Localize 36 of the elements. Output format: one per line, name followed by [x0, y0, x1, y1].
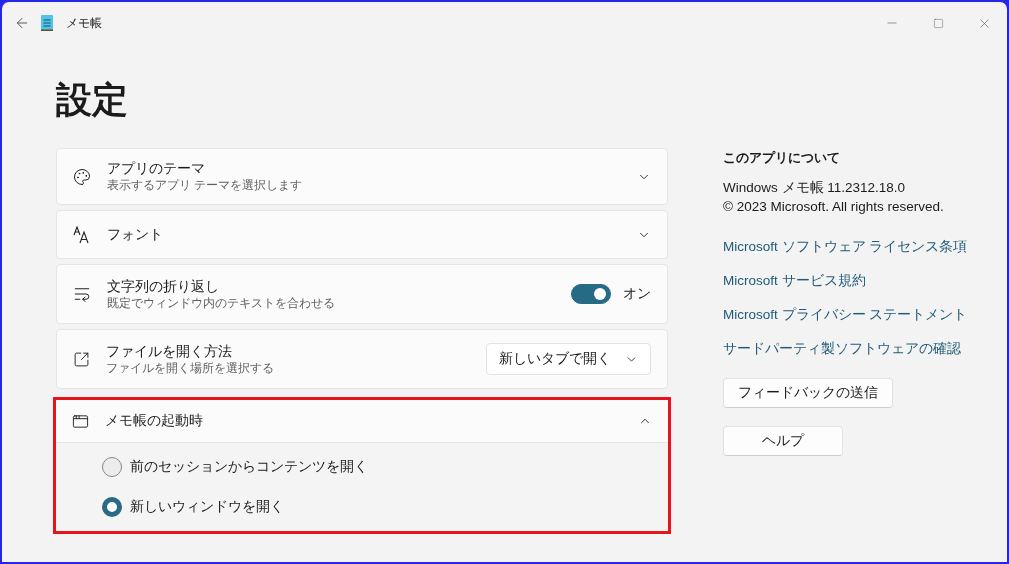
- setting-title: 文字列の折り返し: [107, 277, 219, 296]
- toggle-state: オン: [623, 285, 651, 303]
- notepad-icon: [40, 14, 54, 32]
- page-heading: 設定: [56, 78, 128, 122]
- open-method-dropdown[interactable]: 新しいタブで開く: [486, 343, 651, 375]
- version-text: Windows メモ帳 11.2312.18.0: [723, 179, 906, 197]
- link[interactable]: サードパーティ製ソフトウェアの確認: [723, 339, 961, 358]
- option-label[interactable]: 新しいウィンドウを開く: [130, 498, 284, 516]
- option-label[interactable]: 前のセッションからコンテンツを開く: [130, 458, 368, 476]
- about-heading: このアプリについて: [723, 149, 840, 167]
- settings-card[interactable]: アプリのテーマ 表示するアプリ テーマを選択します: [56, 148, 668, 205]
- help-button[interactable]: ヘルプ: [723, 426, 843, 456]
- back-icon[interactable]: [14, 15, 30, 31]
- link[interactable]: Microsoft サービス規約: [723, 271, 866, 290]
- window-icon: [72, 412, 89, 430]
- copyright-text: © 2023 Microsoft. All rights reserved.: [723, 198, 944, 216]
- palette-icon: [73, 167, 91, 186]
- font-icon: [73, 225, 91, 244]
- setting-title: ファイルを開く方法: [106, 342, 232, 361]
- link[interactable]: Microsoft プライバシー ステートメント: [723, 305, 968, 324]
- setting-title: アプリのテーマ: [107, 160, 205, 178]
- link[interactable]: Microsoft ソフトウェア ライセンス条項: [723, 237, 968, 256]
- setting-description: 表示するアプリ テーマを選択します: [107, 178, 303, 193]
- window-title: メモ帳: [66, 14, 103, 32]
- text-wrap-icon: [73, 285, 91, 303]
- settings-card[interactable]: フォント: [56, 210, 668, 259]
- open-file-icon: [73, 350, 90, 368]
- feedback-button[interactable]: フィードバックの送信: [723, 378, 893, 408]
- radio-button[interactable]: [102, 457, 122, 477]
- setting-title: メモ帳の起動時: [105, 412, 203, 430]
- setting-title: フォント: [107, 225, 163, 244]
- setting-description: 既定でウィンドウ内のテキストを合わせる: [107, 295, 335, 311]
- radio-button[interactable]: [102, 497, 122, 517]
- setting-description: ファイルを開く場所を選択する: [106, 360, 274, 376]
- toggle-switch[interactable]: [571, 284, 611, 304]
- settings-card[interactable]: メモ帳の起動時: [56, 400, 668, 443]
